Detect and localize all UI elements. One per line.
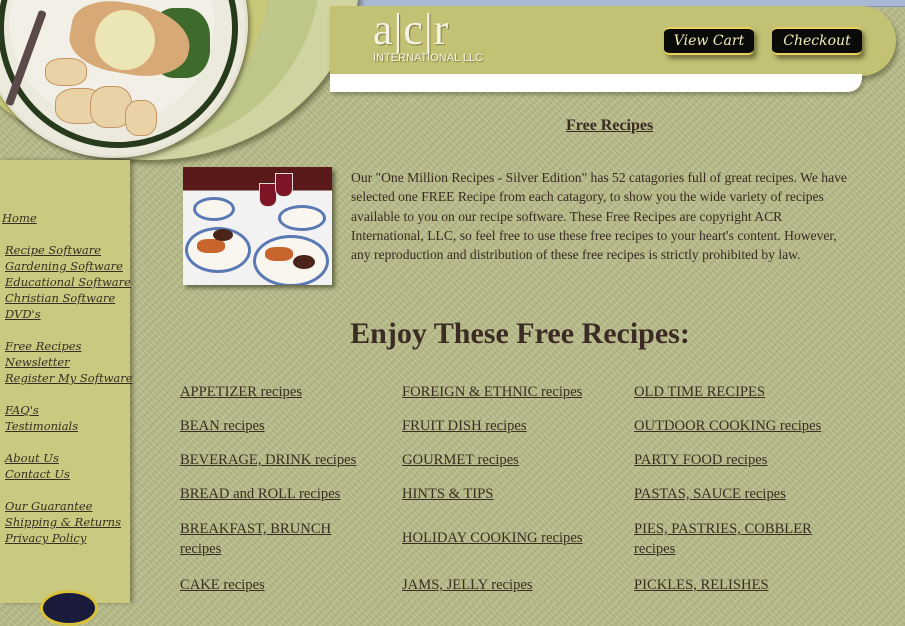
sidebar-link-contact-us[interactable]: Contact Us — [2, 466, 133, 482]
sidebar-link-gardening-software[interactable]: Gardening Software — [2, 258, 133, 274]
recipe-link-pastas-sauce-recipes[interactable]: PASTAS, SAUCE recipes — [634, 484, 786, 504]
recipe-link-outdoor-cooking-recipes[interactable]: OUTDOOR COOKING recipes — [634, 416, 821, 436]
sidebar-link-register-my-software[interactable]: Register My Software — [2, 370, 133, 386]
checkout-button[interactable]: Checkout — [772, 27, 862, 55]
recipe-link-cake-recipes[interactable]: CAKE recipes — [180, 575, 265, 595]
recipe-link-appetizer-recipes[interactable]: APPETIZER recipes — [180, 382, 302, 402]
sidebar-link-about-us[interactable]: About Us — [2, 450, 133, 466]
dinner-table-photo — [183, 167, 332, 285]
recipe-link-foreign-ethnic-recipes[interactable]: FOREIGN & ETHNIC recipes — [402, 382, 582, 402]
sidebar-link-recipe-software[interactable]: Recipe Software — [2, 242, 133, 258]
photo-food — [197, 239, 225, 253]
view-cart-button[interactable]: View Cart — [664, 27, 754, 55]
sidebar-link-newsletter[interactable]: Newsletter — [2, 354, 133, 370]
sidebar-link-shipping-returns[interactable]: Shipping & Returns — [2, 514, 133, 530]
logo-subtitle: INTERNATIONAL LLC — [373, 52, 484, 64]
sidebar-link-our-guarantee[interactable]: Our Guarantee — [2, 498, 133, 514]
sidebar-link-faq-s[interactable]: FAQ's — [2, 402, 133, 418]
recipe-link-hints-tips[interactable]: HINTS & TIPS — [402, 484, 493, 504]
recipe-link-pickles-relishes[interactable]: PICKLES, RELISHES — [634, 575, 769, 595]
photo-plate — [253, 235, 329, 285]
guarantee-seal-badge[interactable] — [40, 590, 98, 626]
photo-food — [213, 229, 233, 241]
recipe-link-jams-jelly-recipes[interactable]: JAMS, JELLY recipes — [402, 575, 533, 595]
sidebar-link-home[interactable]: Home — [2, 210, 133, 226]
recipe-link-party-food-recipes[interactable]: PARTY FOOD recipes — [634, 450, 767, 470]
recipe-link-fruit-dish-recipes[interactable]: FRUIT DISH recipes — [402, 416, 527, 436]
intro-paragraph: Our "One Million Recipes - Silver Editio… — [351, 170, 847, 263]
sidebar-link-privacy-policy[interactable]: Privacy Policy — [2, 530, 133, 546]
recipe-link-breakfast-brunch-recipes[interactable]: BREAKFAST, BRUNCH recipes — [180, 519, 355, 559]
section-heading: Enjoy These Free Recipes: — [350, 317, 690, 350]
sidebar-link-testimonials[interactable]: Testimonials — [2, 418, 133, 434]
recipe-link-gourmet-recipes[interactable]: GOURMET recipes — [402, 450, 519, 470]
logo-letters: a|c|r — [373, 5, 450, 54]
sidebar-nav: Home Recipe Software Gardening Software Edu… — [2, 210, 133, 546]
recipe-link-bread-and-roll-recipes[interactable]: BREAD and ROLL recipes — [180, 484, 340, 504]
potato-image — [125, 100, 157, 136]
recipe-link-beverage-drink-recipes[interactable]: BEVERAGE, DRINK recipes — [180, 450, 356, 470]
photo-plate — [278, 205, 326, 231]
photo-plate — [193, 197, 235, 221]
recipe-link-old-time-recipes[interactable]: OLD TIME RECIPES — [634, 382, 765, 402]
recipe-link-bean-recipes[interactable]: BEAN recipes — [180, 416, 265, 436]
sidebar-link-educational-software[interactable]: Educational Software — [2, 274, 133, 290]
recipe-link-pies-pastries-cobbler-recipes[interactable]: PIES, PASTRIES, COBBLER recipes — [634, 519, 834, 559]
recipe-link-holiday-cooking-recipes[interactable]: HOLIDAY COOKING recipes — [402, 528, 583, 548]
page-title[interactable]: Free Recipes — [566, 117, 653, 135]
potato-image — [45, 58, 87, 86]
sidebar-link-dvd-s[interactable]: DVD's — [2, 306, 133, 322]
sauce-image — [95, 10, 155, 70]
sidebar-link-christian-software[interactable]: Christian Software — [2, 290, 133, 306]
photo-food — [293, 255, 315, 269]
header-banner-stripe — [330, 74, 862, 92]
wine-glass — [275, 173, 293, 197]
sidebar-link-free-recipes[interactable]: Free Recipes — [2, 338, 133, 354]
acr-logo[interactable]: a|c|r INTERNATIONAL LLC — [373, 5, 503, 65]
photo-food — [265, 247, 293, 261]
